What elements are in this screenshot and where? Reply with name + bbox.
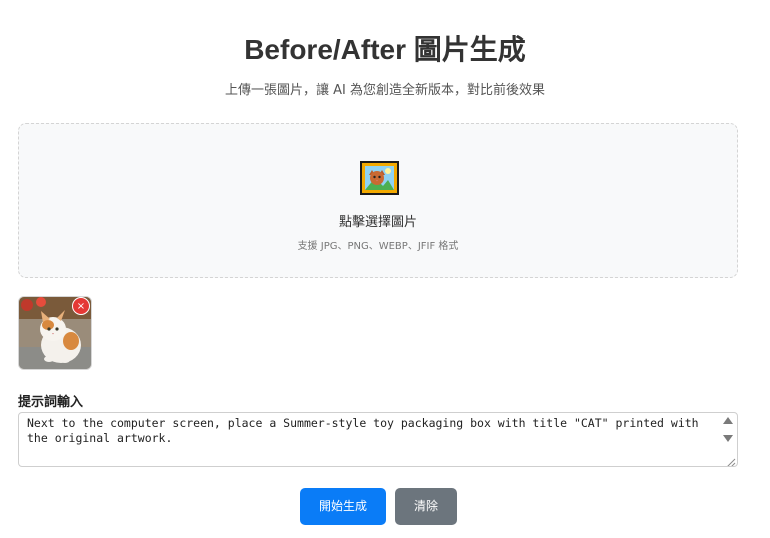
prompt-text[interactable]: Next to the computer screen, place a Sum… [27,416,717,446]
scroll-down-arrow-icon[interactable] [723,435,733,442]
framed-picture-icon [359,160,400,196]
upload-format-hint: 支援 JPG、PNG、WEBP、JFIF 格式 [297,241,459,252]
scroll-up-arrow-icon[interactable] [723,417,733,424]
upload-label: 點擊選擇圖片 [338,215,417,230]
image-upload-dropzone[interactable]: 點擊選擇圖片 支援 JPG、PNG、WEBP、JFIF 格式 [18,123,738,278]
prompt-textarea[interactable]: Next to the computer screen, place a Sum… [18,412,738,467]
prompt-label: 提示詞輸入 [18,395,84,410]
resize-grip-icon[interactable] [724,453,736,466]
page-subtitle: 上傳一張圖片，讓 AI 為您創造全新版本，對比前後效果 [225,83,545,98]
remove-image-button[interactable]: × [72,297,90,315]
page-title: Before/After 圖片生成 [244,34,526,65]
clear-button[interactable]: 清除 [395,488,457,525]
generate-button[interactable]: 開始生成 [300,488,386,525]
